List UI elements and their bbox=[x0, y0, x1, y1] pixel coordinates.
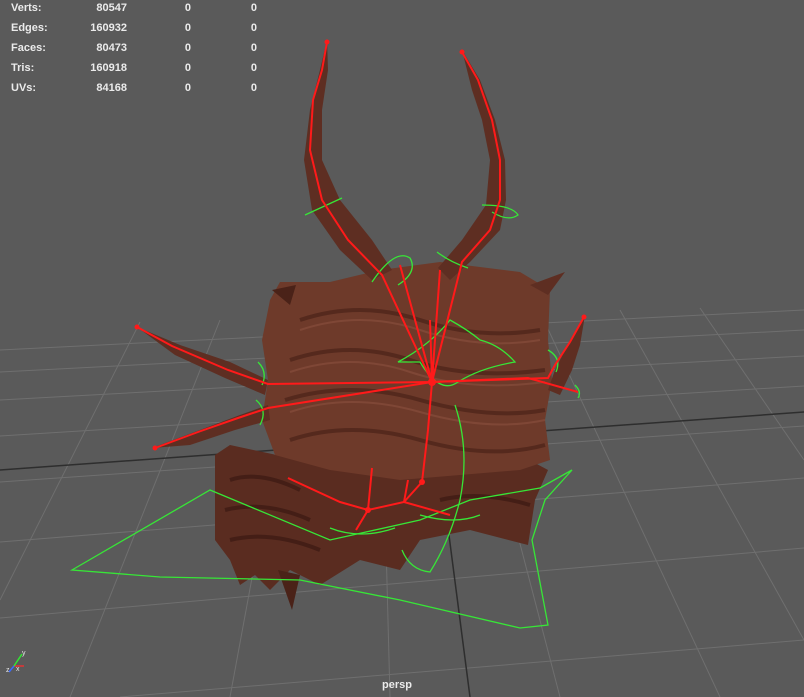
hud-value-object: 160918 bbox=[90, 62, 127, 74]
hud-value-object: 84168 bbox=[96, 82, 127, 94]
joint-horn-right-tip bbox=[459, 49, 465, 55]
hud-value-selected: 0 bbox=[184, 82, 191, 94]
hud-label: Tris: bbox=[11, 62, 35, 74]
hud-value-object: 80547 bbox=[96, 2, 127, 14]
joint-spine bbox=[419, 479, 425, 485]
hud-value-object: 80473 bbox=[96, 42, 127, 54]
hud-label: Faces: bbox=[11, 42, 46, 54]
axis-z-label: z bbox=[6, 667, 10, 674]
joint-horn-left-tip bbox=[324, 39, 330, 45]
camera-name-label: persp bbox=[382, 679, 412, 691]
mesh-horn-right bbox=[438, 50, 506, 280]
joint-spike-left-upper-tip bbox=[134, 324, 140, 330]
hud-value-component: 0 bbox=[250, 2, 257, 14]
hud-label: UVs: bbox=[11, 82, 37, 94]
3d-viewport[interactable] bbox=[0, 0, 804, 697]
joint-root bbox=[428, 378, 436, 386]
hud-value-selected: 0 bbox=[184, 22, 191, 34]
hud-value-selected: 0 bbox=[184, 42, 191, 54]
hud-value-selected: 0 bbox=[184, 2, 191, 14]
hud-value-object: 160932 bbox=[90, 22, 127, 34]
axis-x-label: x bbox=[16, 666, 20, 673]
hud-value-selected: 0 bbox=[184, 62, 191, 74]
joint-jaw bbox=[365, 507, 371, 513]
mesh-horn-left bbox=[304, 40, 392, 280]
hud-value-component: 0 bbox=[250, 62, 257, 74]
axis-y-label: y bbox=[22, 650, 26, 657]
mesh-spike-bottom bbox=[278, 570, 300, 610]
hud-label: Verts: bbox=[11, 2, 42, 14]
hud-label: Edges: bbox=[11, 22, 48, 34]
joint-spike-right-tip bbox=[581, 314, 587, 320]
viewport-canvas[interactable] bbox=[0, 0, 804, 697]
hud-value-component: 0 bbox=[250, 42, 257, 54]
axis-gizmo-icon: x y z bbox=[6, 648, 30, 674]
creature-mesh[interactable] bbox=[137, 40, 585, 610]
joint-spike-left-lower-tip bbox=[152, 445, 158, 451]
hud-value-component: 0 bbox=[250, 22, 257, 34]
hud-value-component: 0 bbox=[250, 82, 257, 94]
